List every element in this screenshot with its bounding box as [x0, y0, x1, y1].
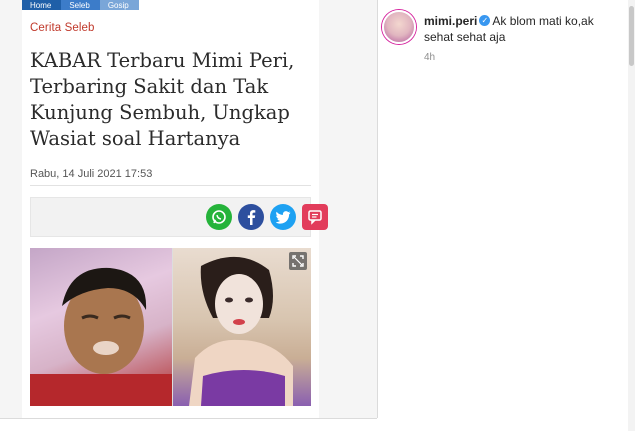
divider	[30, 185, 311, 186]
comment-username[interactable]: mimi.peri	[424, 14, 477, 28]
article-date: Rabu, 14 Juli 2021 17:53	[30, 168, 153, 180]
avatar[interactable]	[382, 10, 416, 44]
breadcrumb-item-home: Home	[22, 0, 62, 10]
twitter-icon	[270, 204, 296, 230]
divider	[0, 418, 377, 419]
photo-portrait-left	[30, 248, 172, 406]
comment-text-block: mimi.peri ✓ Ak blom mati ko,ak sehat sehat…	[424, 13, 624, 45]
article-photo	[30, 248, 311, 406]
comment-icon	[302, 204, 328, 230]
verified-badge-icon: ✓	[479, 15, 491, 27]
article-headline: KABAR Terbaru Mimi Peri, Terbaring Sakit…	[30, 49, 295, 150]
photo-portrait-right	[173, 248, 311, 406]
share-bar	[30, 197, 328, 237]
news-article-screenshot: Home Seleb Gosip Cerita Seleb KABAR Terb…	[22, 0, 328, 418]
post-image: Home Seleb Gosip Cerita Seleb KABAR Terb…	[0, 0, 377, 418]
expand-icon[interactable]	[289, 252, 307, 270]
breadcrumb-item-gosip: Gosip	[99, 0, 139, 10]
breadcrumb-item-seleb: Seleb	[61, 0, 100, 10]
article-category: Cerita Seleb	[30, 22, 95, 34]
whatsapp-icon	[206, 204, 232, 230]
facebook-icon	[238, 204, 264, 230]
scrollbar-thumb[interactable]	[629, 6, 634, 66]
breadcrumb: Home Seleb Gosip	[22, 0, 202, 10]
comment-time: 4h	[424, 52, 436, 63]
divider	[377, 0, 378, 418]
